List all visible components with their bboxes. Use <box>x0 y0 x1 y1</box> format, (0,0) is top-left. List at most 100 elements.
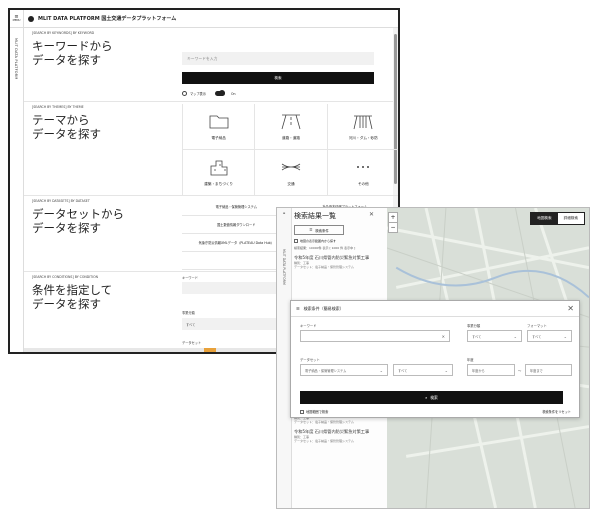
theme-building[interactable]: 建築・まちづくり <box>182 150 255 196</box>
map-range-label: 地図の表示範囲内から探す <box>300 239 337 243</box>
search-button-label: 検索 <box>430 394 438 400</box>
theme-grid: 電子納品 道路・道路 河川・ダム・砂防 建築・まちづくり 交通 その他 <box>182 104 398 196</box>
filter-icon: ☰ <box>309 228 313 232</box>
theme-road[interactable]: 道路・道路 <box>254 104 327 150</box>
condition-format-label: データセット <box>182 341 202 345</box>
map-range-check[interactable]: 地図の表示範囲内から探す <box>294 239 384 243</box>
result-meta: データセット：電子納品・保管管理システム <box>294 438 354 443</box>
road-icon <box>281 114 301 130</box>
result-item[interactable]: 令和5年度 石川県管内防災緊急対策工事 種別：工事 データセット：電子納品・保管… <box>294 255 384 269</box>
theme-electronic[interactable]: 電子納品 <box>182 104 255 150</box>
brand[interactable]: MLIT DATA PLATFORM 国土交通データプラットフォーム <box>28 15 176 22</box>
checkbox[interactable] <box>300 409 304 414</box>
dataset-link[interactable]: 国土数値情報ダウンロード <box>182 222 291 227</box>
keyword-title-line2: データを探す <box>32 52 101 67</box>
theme-label: 交通 <box>287 182 295 186</box>
filter-icon: ☰ <box>296 306 300 311</box>
chevron-down-icon: ⌄ <box>513 333 517 339</box>
theme-transport[interactable]: 交通 <box>254 150 327 196</box>
dataset-title-line1: データセットから <box>32 207 124 221</box>
theme-title-line1: テーマから <box>32 113 90 127</box>
modal-close-icon[interactable]: ✕ <box>567 304 574 313</box>
map-toggle[interactable] <box>214 90 225 96</box>
dataset-sub-select[interactable]: すべて ⌄ <box>393 364 453 376</box>
category-label: 事業分類 <box>467 324 481 328</box>
category-value: すべて <box>472 334 482 339</box>
result-item[interactable]: 令和5年度 石川県管内防災緊急対策工事 種別：工事 データセット：電子納品・保管… <box>294 429 384 443</box>
map-radio[interactable] <box>182 91 187 96</box>
results-menu-icon[interactable]: ≡ <box>277 211 291 215</box>
dataset-title: データセットから データを探す <box>32 207 124 235</box>
building-icon <box>210 160 228 176</box>
map-range-check[interactable]: 地図範囲で検索 <box>300 409 328 414</box>
menu-button[interactable]: ≡ MENU <box>10 10 24 27</box>
category-select[interactable]: すべて ⌄ <box>467 330 522 342</box>
keyword-section: [SEARCH BY KEYWORDS] BY KEYWORD キーワードから … <box>24 28 393 102</box>
dataset-select[interactable]: 電子納品・保管管理システム ⌄ <box>300 364 388 376</box>
map-tabs: 地図検索 詳細検索 <box>530 212 585 225</box>
toggle-label: On <box>230 91 236 96</box>
modal-title: 検索条件（簡易検索） <box>303 305 344 311</box>
dataset-value: 電子納品・保管管理システム <box>305 368 347 373</box>
search-condition-modal: ☰ 検索条件（簡易検索） ✕ キーワード ✕ 事業分類 すべて ⌄ フォーマット … <box>290 300 580 418</box>
brand-title: MLIT DATA PLATFORM 国土交通データプラットフォーム <box>38 16 177 22</box>
condition-kind-label: 事業分類 <box>182 311 195 315</box>
chevron-down-icon: ⌄ <box>444 367 448 373</box>
format-label: フォーマット <box>527 324 547 328</box>
format-select[interactable]: すべて ⌄ <box>527 330 572 342</box>
condition-button[interactable]: ☰ 検索条件 <box>294 225 344 235</box>
keyword-input[interactable]: ✕ <box>300 330 450 342</box>
menu-label: MENU <box>12 18 21 22</box>
theme-title: テーマから データを探す <box>32 113 101 141</box>
map-range-label: 地図範囲で検索 <box>306 410 329 414</box>
tab-detail-search[interactable]: 詳細検索 <box>557 213 584 224</box>
dataset-title-line2: データを探す <box>32 220 101 235</box>
dataset-link[interactable]: 気象庁防災情報XMLデータ（PLATEAU Data Hub） <box>182 240 291 245</box>
zoom-in-icon[interactable]: + <box>389 213 397 222</box>
result-meta: データセット：電子納品・保管管理システム <box>294 264 354 269</box>
folder-icon <box>209 115 229 129</box>
zoom-control[interactable]: + − <box>388 212 398 233</box>
zoom-out-icon[interactable]: − <box>389 222 397 232</box>
dataset-tag: [SEARCH BY DATASETS] BY DATASET <box>32 199 90 203</box>
keyword-label: キーワード <box>300 324 317 328</box>
year-from-input[interactable]: 年度から <box>467 364 515 376</box>
results-close-icon[interactable]: ✕ <box>369 211 374 218</box>
keyword-search-button[interactable]: 検索 <box>182 72 374 84</box>
modal-header: ☰ 検索条件（簡易検索） ✕ <box>291 301 579 317</box>
dataset-sub-value: すべて <box>398 368 408 373</box>
theme-label: 電子納品 <box>211 136 226 140</box>
theme-title-line2: データを探す <box>32 126 101 141</box>
chevron-down-icon: ⌄ <box>563 333 567 339</box>
condition-button-label: 検索条件 <box>315 228 329 233</box>
clear-icon[interactable]: ✕ <box>442 334 445 339</box>
top-bar: ≡ MENU MLIT DATA PLATFORM 国土交通データプラットフォー… <box>10 10 398 28</box>
chevron-down-icon: ⌄ <box>379 367 383 373</box>
condition-title-line2: データを探す <box>32 296 101 311</box>
reset-link[interactable]: 検索条件をリセット <box>542 409 571 414</box>
side-rail: MLIT DATA PLATFORM <box>10 28 24 352</box>
keyword-options: マップ表示 On <box>182 90 236 96</box>
tab-map-search[interactable]: 地図検索 <box>531 213 558 224</box>
brand-logo-icon <box>28 15 34 22</box>
theme-label: 河川・ダム・砂防 <box>348 136 378 140</box>
dam-icon <box>353 115 373 130</box>
results-rail-text: MLIT DATA PLATFORM <box>282 249 286 285</box>
more-icon <box>357 166 370 168</box>
theme-other[interactable]: その他 <box>326 150 398 196</box>
keyword-input[interactable]: キーワードを入力 <box>182 52 374 65</box>
dataset-link[interactable]: 電子納品・保管管理システム <box>182 204 291 209</box>
rail-text: MLIT DATA PLATFORM <box>14 38 18 80</box>
theme-label: 道路・道路 <box>282 136 300 140</box>
checkbox[interactable] <box>294 239 298 243</box>
year-label: 年度 <box>467 358 474 362</box>
search-button[interactable]: ⌕ 検索 <box>300 391 563 404</box>
theme-label: 建築・まちづくり <box>204 182 234 186</box>
theme-section: [SEARCH BY THEMES] BY THEME テーマから データを探す… <box>24 102 398 196</box>
theme-river[interactable]: 河川・ダム・砂防 <box>326 104 398 150</box>
result-meta: データセット：電子納品・保管管理システム <box>294 420 354 424</box>
condition-keyword-label: キーワード <box>182 276 198 280</box>
map-option-label: マップ表示 <box>190 92 206 96</box>
year-to-input[interactable]: 年度まで <box>525 364 572 376</box>
dataset-label: データセット <box>300 358 320 362</box>
